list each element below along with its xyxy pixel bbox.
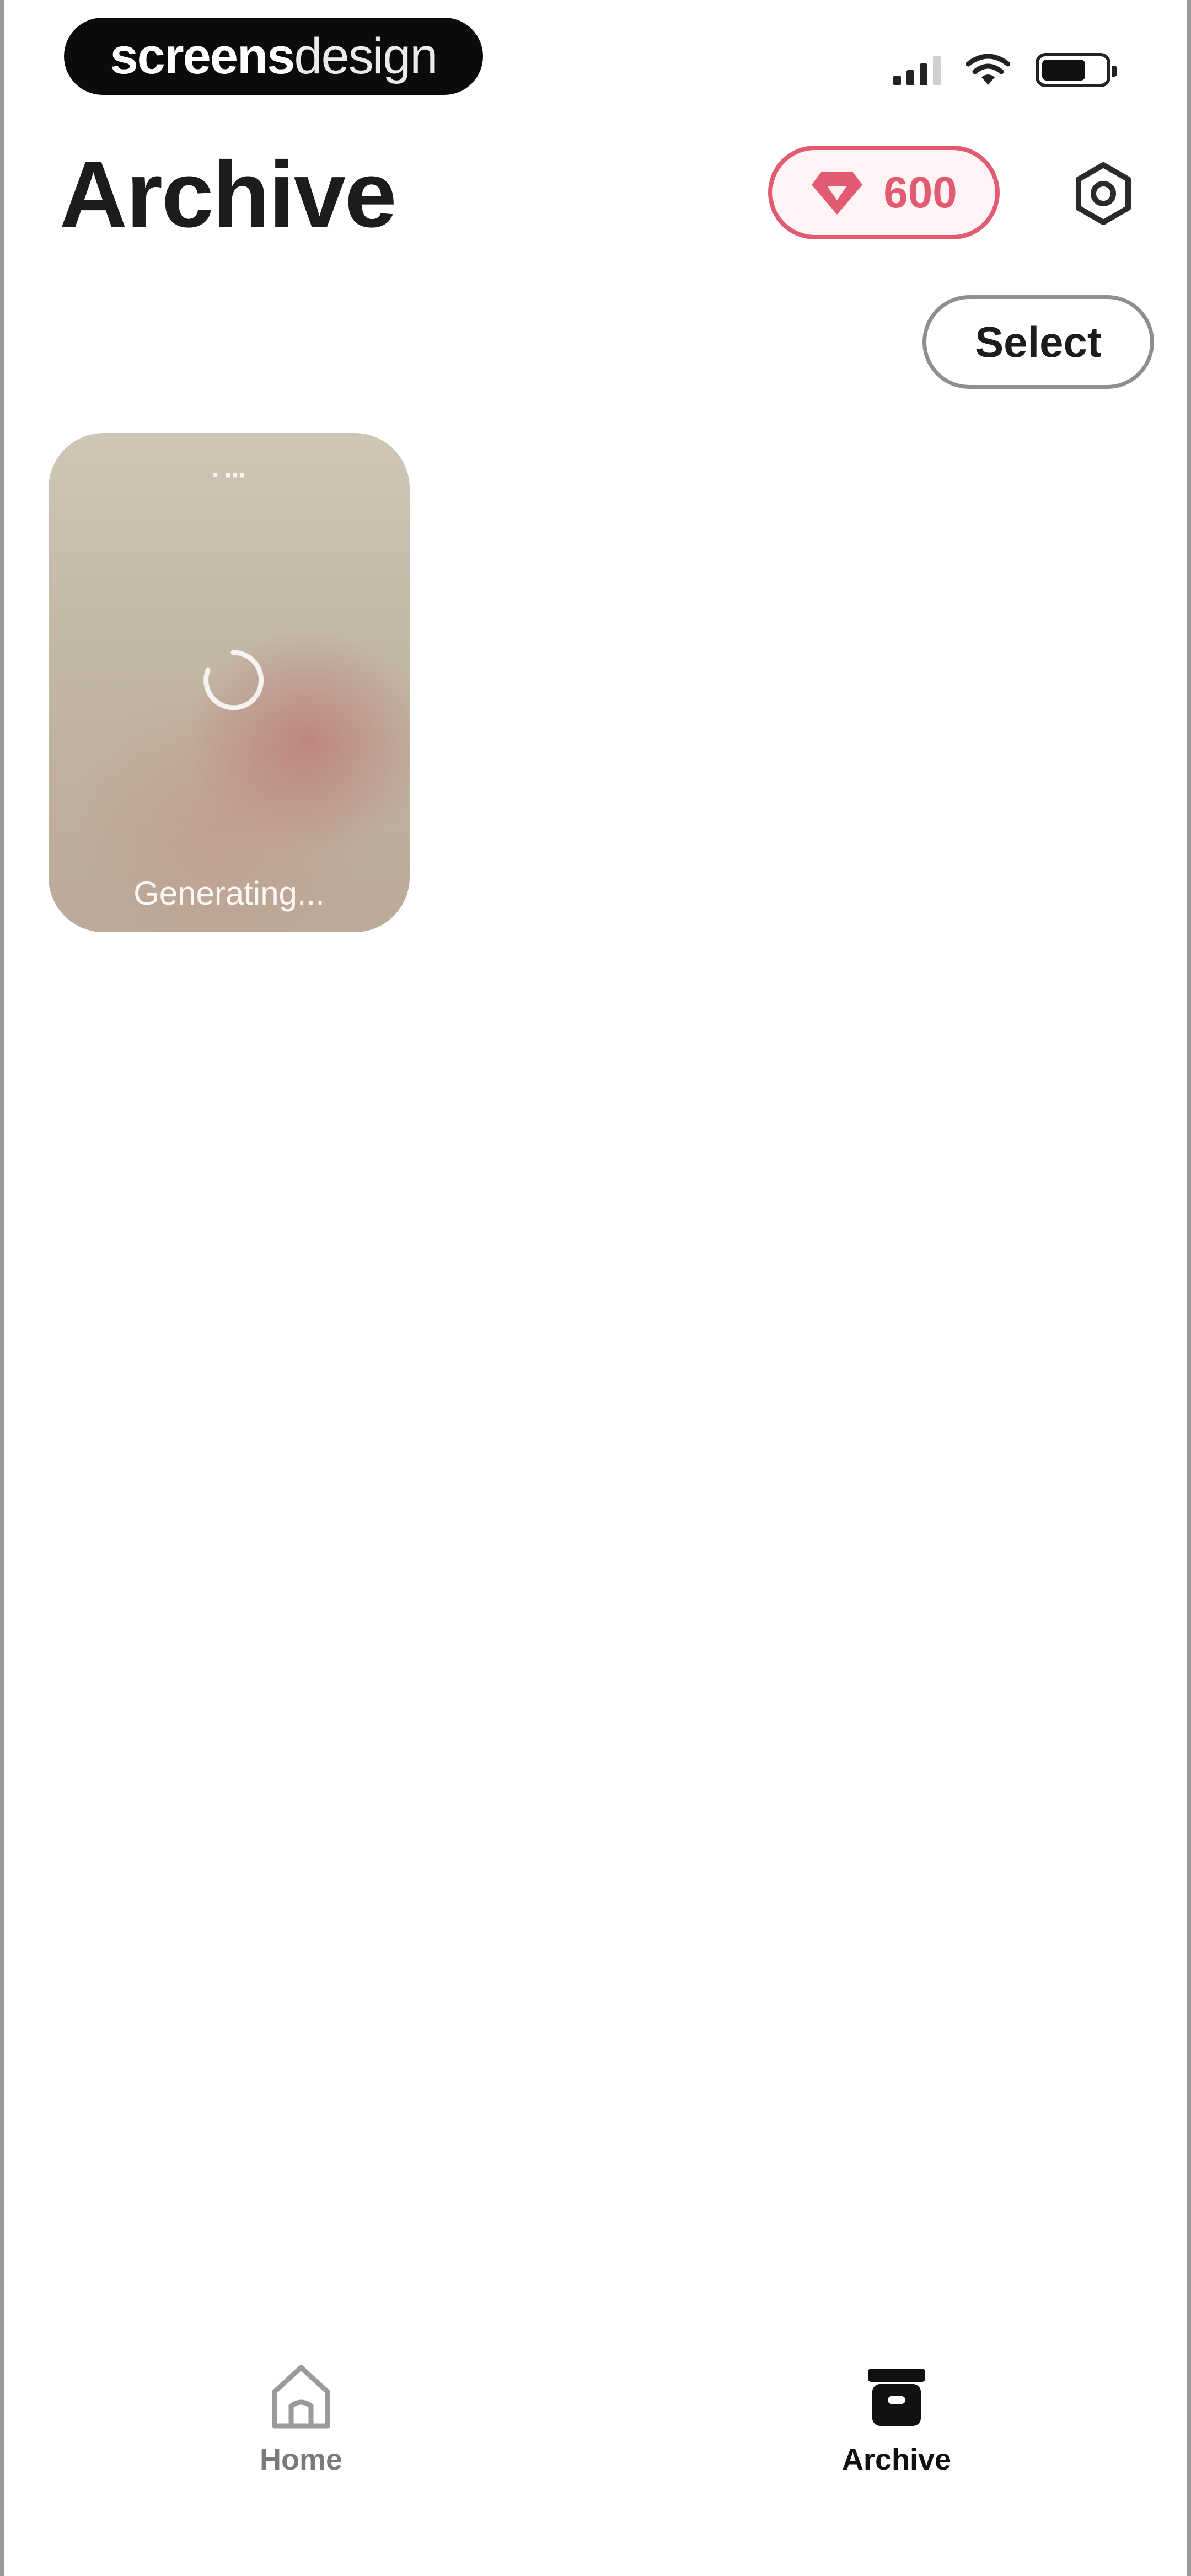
wifi-icon [966,54,1010,85]
spinner-icon [203,650,264,710]
card-status-line: • ▪▪▪ [212,466,246,484]
credits-value: 600 [883,168,957,217]
gem-icon [812,172,863,215]
tab-bar: Home Archive [4,2344,1187,2510]
status-icons [893,51,1117,89]
select-button[interactable]: Select [922,295,1154,389]
tab-archive-label: Archive [841,2443,952,2476]
brand-part-2: design [294,28,438,84]
tab-home[interactable]: Home [191,2361,411,2477]
home-icon [272,2365,330,2429]
page-title: Archive [60,142,397,247]
gear-icon [1076,162,1131,225]
signal-icon [893,55,941,85]
credits-button[interactable]: 600 [768,146,1000,239]
phone-screen: screens design Archive 600 Select • ▪▪▪ … [0,0,1191,2576]
brand-logo: screens design [64,18,483,95]
archive-icon [868,2369,925,2426]
battery-icon [1036,53,1117,87]
brand-part-1: screens [110,28,296,84]
tab-archive[interactable]: Archive [786,2361,1007,2477]
archive-item-generating[interactable]: • ▪▪▪ Generating... [49,433,410,932]
generating-label: Generating... [133,875,325,912]
tab-home-label: Home [259,2443,343,2476]
settings-button[interactable] [1067,158,1139,229]
